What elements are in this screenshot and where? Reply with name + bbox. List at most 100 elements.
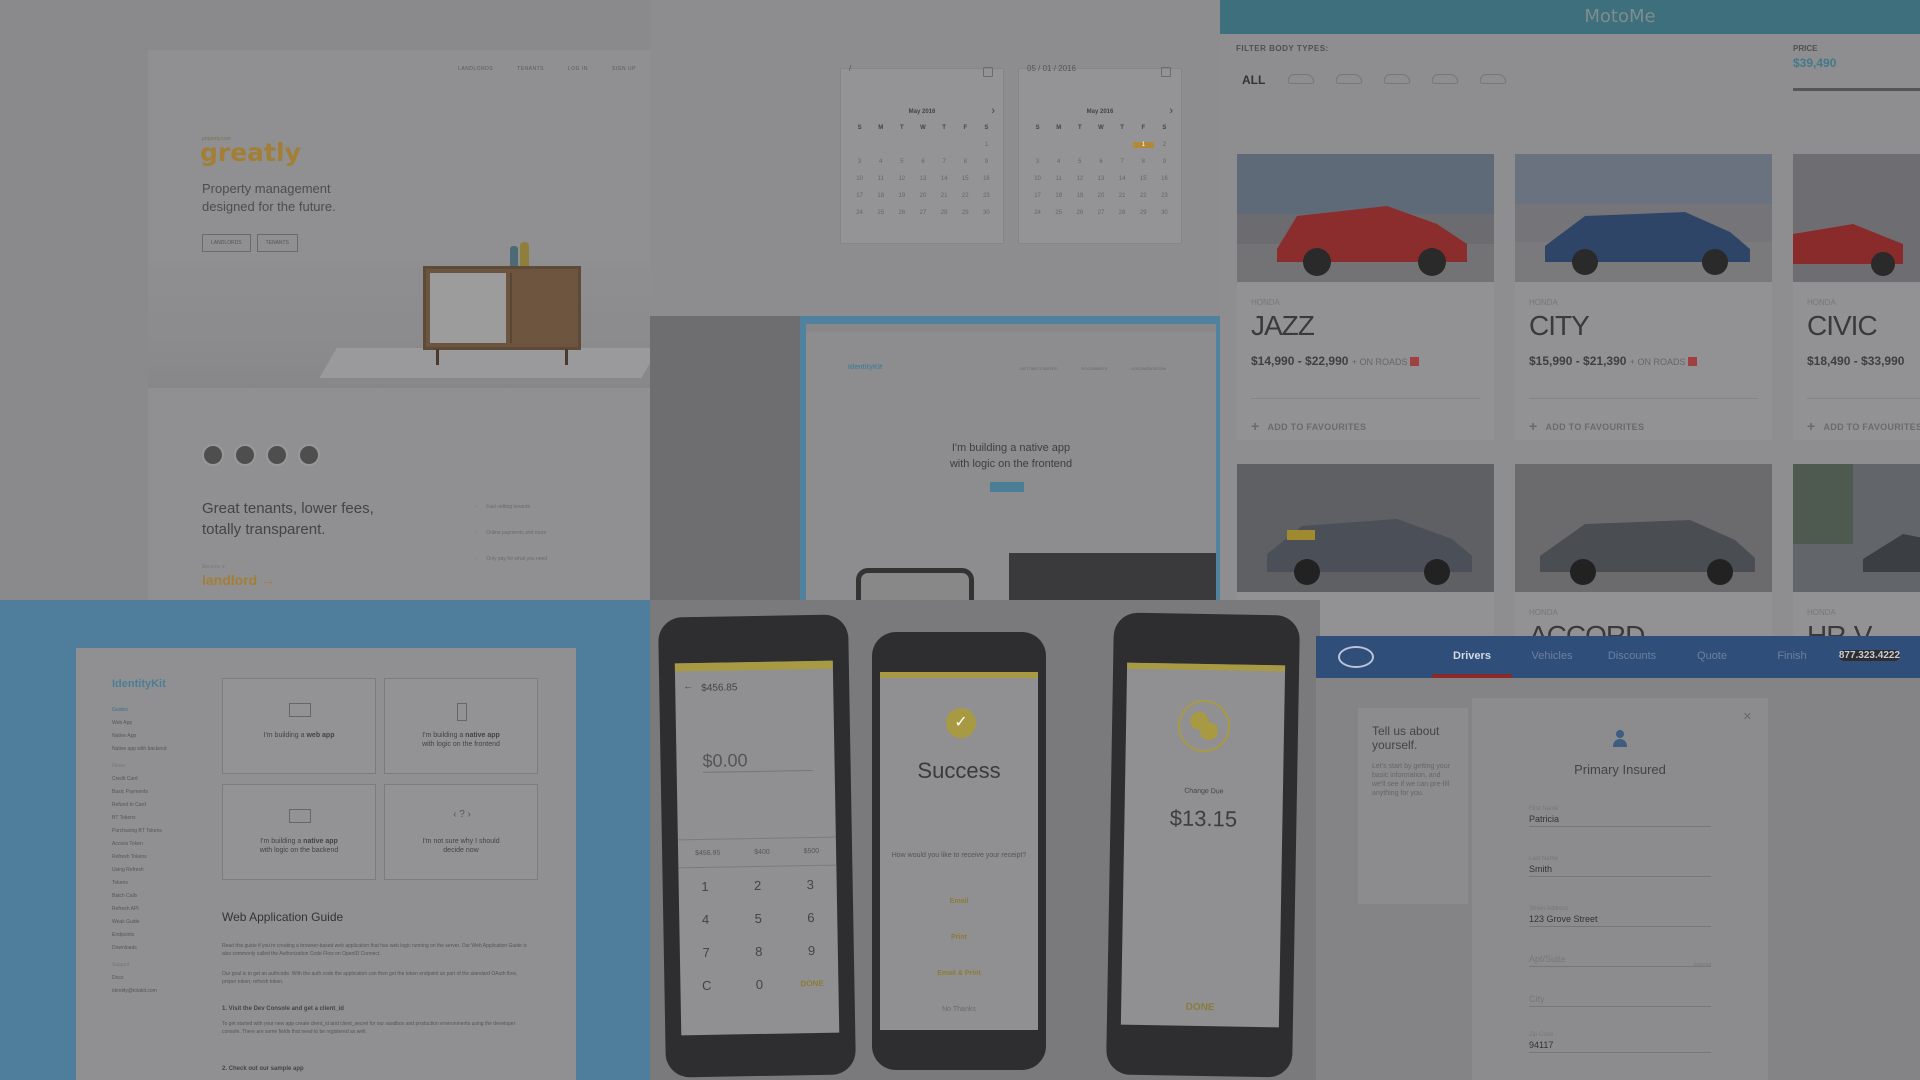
sidebar-item[interactable]: Credit Card (112, 773, 166, 786)
calendar-day[interactable]: 14 (934, 176, 955, 182)
sidebar-item[interactable]: Native App (112, 730, 166, 743)
zip-code-field[interactable]: Zip Code 94117 (1529, 1032, 1711, 1053)
sidebar-item[interactable]: Purchasing BT Tokens (112, 825, 166, 838)
nav-signup[interactable]: SIGN UP (612, 66, 636, 72)
calendar-day[interactable]: 26 (1069, 210, 1090, 216)
sidebar-item[interactable]: Downloads (112, 942, 166, 955)
car-card[interactable]: HONDA JAZZ $14,990 - $22,990 + ON ROADS … (1237, 154, 1494, 440)
calendar-day[interactable]: 20 (1090, 193, 1111, 199)
calendar-day[interactable]: 8 (955, 159, 976, 165)
tab-quote[interactable]: Quote (1672, 650, 1752, 662)
date-input[interactable]: 05 / 01 / 2016 (1019, 59, 1149, 79)
calendar-day[interactable]: 28 (1112, 210, 1133, 216)
sidebar-item[interactable]: Support (112, 959, 166, 972)
option-native-frontend[interactable]: I'm building a native app with logic on t… (384, 678, 538, 774)
calendar-day[interactable]: 4 (870, 159, 891, 165)
calendar-day[interactable]: 11 (870, 176, 891, 182)
calendar-day[interactable]: 6 (912, 159, 933, 165)
calendar-day[interactable]: 15 (955, 176, 976, 182)
calendar-day[interactable]: 1 (976, 142, 997, 148)
calendar-day[interactable]: 27 (912, 210, 933, 216)
keypad-key[interactable]: 1 (679, 878, 732, 894)
field-value[interactable]: 123 Grove Street (1529, 914, 1711, 926)
calendar-day[interactable]: 10 (1027, 176, 1048, 182)
sidebar-item[interactable]: identity@iotakit.com (112, 985, 166, 998)
info-icon[interactable] (1409, 357, 1419, 367)
keypad-key[interactable]: 8 (732, 944, 785, 960)
calendar-day[interactable]: 12 (1069, 176, 1090, 182)
phone-number[interactable]: 877.323.4222 (1838, 650, 1900, 661)
info-icon[interactable] (1687, 357, 1697, 367)
sidebar-item[interactable]: Basic Payments (112, 786, 166, 799)
calendar-day[interactable]: 7 (934, 159, 955, 165)
calendar-day[interactable]: 22 (1133, 193, 1154, 199)
add-to-favourites-button[interactable]: ADD TO FAVOURITES (1251, 418, 1366, 434)
field-placeholder[interactable]: Apt/Suite (1529, 954, 1711, 966)
sidebar-item[interactable]: Weak Guide (112, 916, 166, 929)
calendar-day[interactable]: 17 (849, 193, 870, 199)
date-input[interactable]: / (841, 59, 971, 79)
back-arrow-icon[interactable]: ← (683, 681, 693, 692)
option-native-backend[interactable]: I'm building a native app with logic on t… (222, 784, 376, 880)
hatchback-icon[interactable] (1288, 74, 1314, 84)
chevron-right-icon[interactable]: › (1169, 105, 1173, 117)
sidebar-item[interactable]: Endpoints (112, 929, 166, 942)
calendar-day[interactable]: 19 (891, 193, 912, 199)
no-thanks-button[interactable]: No Thanks (880, 992, 1038, 1028)
car-card[interactable]: HONDA HR-V (1793, 464, 1920, 636)
calendar-day[interactable]: 13 (912, 176, 933, 182)
keypad-key[interactable]: 5 (732, 911, 785, 927)
keypad-key[interactable]: 9 (785, 943, 838, 959)
option-web-app[interactable]: I'm building a web app (222, 678, 376, 774)
calendar-day[interactable]: 25 (870, 210, 891, 216)
calendar-day[interactable]: 26 (891, 210, 912, 216)
sidebar-item[interactable]: Refresh API (112, 903, 166, 916)
calendar-day[interactable]: 16 (976, 176, 997, 182)
landlord-link[interactable]: landlord → (202, 572, 275, 588)
calendar-day[interactable]: 16 (1154, 176, 1175, 182)
calendar-day[interactable]: 14 (1112, 176, 1133, 182)
calendar-day[interactable]: 9 (976, 159, 997, 165)
calendar-day[interactable]: 27 (1090, 210, 1111, 216)
calendar-day[interactable]: 24 (1027, 210, 1048, 216)
sidebar-item[interactable]: Docs (112, 972, 166, 985)
calendar-day[interactable]: 23 (1154, 193, 1175, 199)
add-to-favourites-button[interactable]: ADD TO FAVOURITES (1807, 418, 1920, 434)
calendar-day[interactable]: 18 (1048, 193, 1069, 199)
done-button[interactable]: DONE (1121, 1001, 1279, 1015)
calendar-day[interactable]: 6 (1090, 159, 1111, 165)
calendar-day[interactable]: 2 (1154, 142, 1175, 148)
sidebar-item[interactable]: Refund to Card (112, 799, 166, 812)
add-to-favourites-button[interactable]: ADD TO FAVOURITES (1529, 418, 1644, 434)
apt-suite-field[interactable]: Apt/Suite optional (1529, 952, 1711, 968)
keypad-key[interactable]: C (680, 977, 733, 993)
tab-finish[interactable]: Finish (1752, 650, 1832, 662)
sidebar-item[interactable]: Tokens (112, 877, 166, 890)
calendar-day[interactable]: 5 (891, 159, 912, 165)
quick-amount-button[interactable]: $456.85 (695, 850, 720, 857)
calendar-day[interactable]: 29 (1133, 210, 1154, 216)
car-card[interactable]: HONDA CIVIC $18,490 - $33,990 ADD TO FAV… (1793, 154, 1920, 440)
nav-link[interactable]: GETTING STARTED (1020, 366, 1057, 371)
calendar-day[interactable]: 23 (976, 193, 997, 199)
quick-amount-button[interactable]: $500 (804, 848, 820, 855)
close-icon[interactable]: ✕ (1743, 710, 1752, 723)
calendar-icon[interactable] (983, 67, 993, 77)
calendar-day[interactable]: 30 (1154, 210, 1175, 216)
sidebar-item[interactable]: Web App (112, 717, 166, 730)
calendar-day[interactable]: 25 (1048, 210, 1069, 216)
suv-icon[interactable] (1480, 74, 1506, 84)
amount-input[interactable]: $0.00 (702, 749, 813, 773)
coupe-icon[interactable] (1384, 74, 1410, 84)
nav-link[interactable]: DOCUMENTS (1081, 366, 1107, 371)
calendar-day[interactable]: 11 (1048, 176, 1069, 182)
sedan-icon[interactable] (1336, 74, 1362, 84)
option-not-sure[interactable]: ‹ ? › I'm not sure why I should decide no… (384, 784, 538, 880)
keypad-key[interactable]: 7 (680, 944, 733, 960)
sidebar-item[interactable]: Native app with backend (112, 743, 166, 756)
cta-button[interactable] (990, 482, 1024, 492)
sidebar-item[interactable]: BT Tokens (112, 812, 166, 825)
field-value[interactable]: Patricia (1529, 814, 1711, 826)
calendar-day[interactable]: 17 (1027, 193, 1048, 199)
field-value[interactable]: Smith (1529, 864, 1711, 876)
